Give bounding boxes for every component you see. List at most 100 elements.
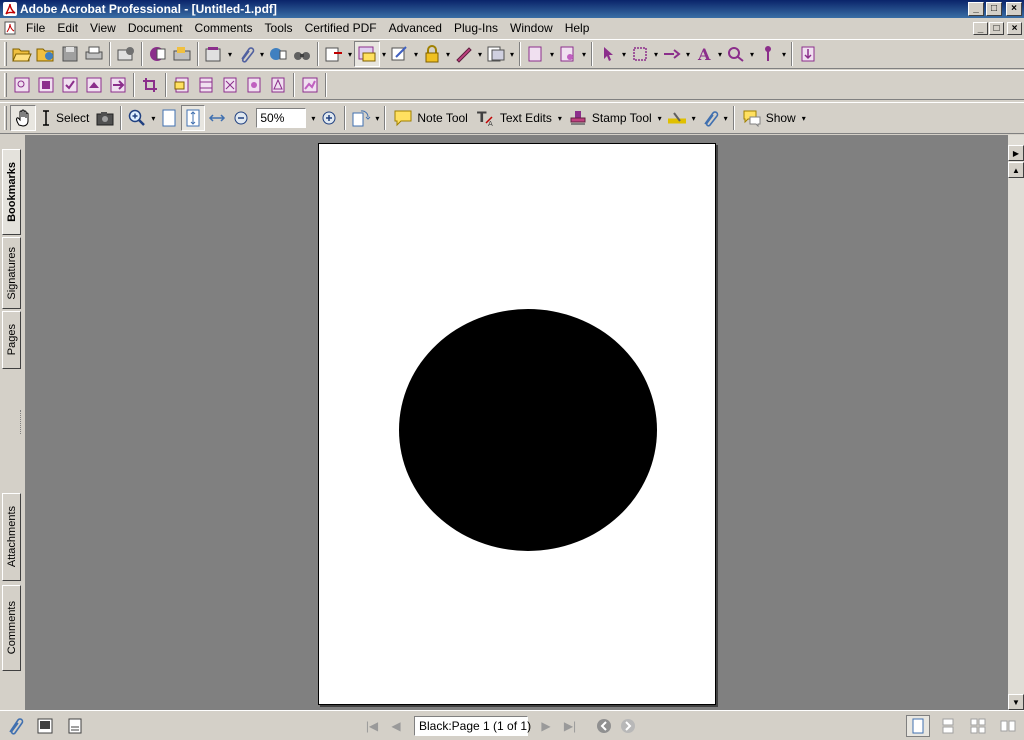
typewriter-dropdown-icon[interactable]: ▾ (716, 41, 724, 67)
zoom-dropdown-icon[interactable]: ▾ (149, 105, 157, 131)
close-button[interactable]: × (1006, 2, 1022, 16)
transparency-icon[interactable] (106, 72, 130, 98)
crop-dropdown-icon[interactable]: ▾ (580, 41, 588, 67)
tab-signatures[interactable]: Signatures (2, 237, 21, 309)
menu-advanced[interactable]: Advanced (383, 19, 448, 37)
check-icon[interactable] (58, 72, 82, 98)
open-icon[interactable] (10, 41, 34, 67)
show-button[interactable]: Show (738, 105, 800, 131)
menu-plug-ins[interactable]: Plug-Ins (448, 19, 504, 37)
highlighter-icon[interactable] (664, 105, 690, 131)
zoom-in-icon[interactable] (125, 105, 149, 131)
menu-view[interactable]: View (84, 19, 122, 37)
menu-tools[interactable]: Tools (259, 19, 299, 37)
preflight-icon[interactable] (10, 72, 34, 98)
advanced-editing-dropdown-icon[interactable]: ▾ (476, 41, 484, 67)
review-icon[interactable] (266, 41, 290, 67)
doc-restore-button[interactable]: □ (989, 21, 1004, 35)
acrobat-logo-icon[interactable] (3, 2, 17, 16)
email-icon[interactable] (114, 41, 138, 67)
advanced-editing-icon[interactable] (452, 41, 476, 67)
first-page-icon[interactable]: |◀ (360, 715, 384, 737)
next-view-icon[interactable] (616, 715, 640, 737)
attach-icon[interactable] (234, 41, 258, 67)
page-size-icon[interactable] (34, 715, 56, 737)
continuous-facing-layout-icon[interactable] (996, 715, 1020, 737)
tab-attachments[interactable]: Attachments (2, 493, 21, 581)
pdf-page[interactable] (318, 143, 716, 705)
paperclip-icon[interactable] (4, 715, 26, 737)
maximize-button[interactable]: □ (986, 2, 1002, 16)
document-info-icon[interactable] (64, 715, 86, 737)
measure-dropdown-icon[interactable]: ▾ (684, 41, 692, 67)
menu-comments[interactable]: Comments (189, 19, 259, 37)
previous-page-icon[interactable]: ◀ (384, 715, 408, 737)
convert-colors-icon[interactable] (218, 72, 242, 98)
page-number-field[interactable]: Black:Page 1 (1 of 1) (414, 715, 531, 736)
actual-size-icon[interactable] (157, 105, 181, 131)
fit-width-icon[interactable] (205, 105, 229, 131)
create-pdf-from-file-icon[interactable] (34, 41, 58, 67)
rotate-view-icon[interactable] (349, 105, 373, 131)
properties-icon[interactable] (796, 41, 820, 67)
facing-layout-icon[interactable] (966, 715, 990, 737)
text-edits-button[interactable]: TA Text Edits (472, 105, 556, 131)
text-edits-dropdown-icon[interactable]: ▾ (556, 105, 564, 131)
output-preview-icon[interactable] (34, 72, 58, 98)
separations-icon[interactable] (82, 72, 106, 98)
fix-hairlines-icon[interactable] (194, 72, 218, 98)
hand-tool-icon[interactable] (10, 105, 36, 131)
menu-edit[interactable]: Edit (51, 19, 84, 37)
minimize-button[interactable]: _ (968, 2, 984, 16)
menu-window[interactable]: Window (504, 19, 559, 37)
highlighter-dropdown-icon[interactable]: ▾ (690, 105, 698, 131)
organizer-icon[interactable] (202, 41, 226, 67)
organizer-dropdown-icon[interactable]: ▾ (226, 41, 234, 67)
forms-icon[interactable] (484, 41, 508, 67)
vertical-scrollbar[interactable]: ▶ ▲ ▼ (1008, 135, 1024, 710)
select-object-dropdown-icon[interactable]: ▾ (620, 41, 628, 67)
trap-presets-icon[interactable] (170, 72, 194, 98)
tab-comments[interactable]: Comments (2, 585, 21, 671)
zoom-plus-icon[interactable] (317, 105, 341, 131)
single-page-layout-icon[interactable] (906, 714, 930, 737)
toolbar-grip[interactable] (4, 42, 7, 66)
forms-dropdown-icon[interactable]: ▾ (508, 41, 516, 67)
export-dropdown-icon[interactable]: ▾ (346, 41, 354, 67)
sign-icon[interactable] (388, 41, 412, 67)
save-icon[interactable] (58, 41, 82, 67)
attach-dropdown-icon[interactable]: ▾ (258, 41, 266, 67)
touchup-tool-icon[interactable] (724, 41, 748, 67)
scroll-down-icon[interactable]: ▼ (1008, 694, 1024, 710)
add-printer-marks-icon[interactable] (266, 72, 290, 98)
sign-dropdown-icon[interactable]: ▾ (412, 41, 420, 67)
toolbar-grip[interactable] (4, 106, 7, 130)
zoom-out-icon[interactable] (229, 105, 253, 131)
tab-pages[interactable]: Pages (2, 311, 21, 369)
select-tool-button[interactable]: Select (36, 105, 93, 131)
menu-certified-pdf[interactable]: Certified PDF (299, 19, 383, 37)
show-dropdown-icon[interactable]: ▾ (800, 105, 808, 131)
zoom-level-dropdown-icon[interactable]: ▾ (309, 105, 317, 131)
select-object-icon[interactable] (596, 41, 620, 67)
ink-manager-icon[interactable] (242, 72, 266, 98)
print-icon[interactable] (82, 41, 106, 67)
snapshot-icon[interactable] (93, 105, 117, 131)
export-icon[interactable] (322, 41, 346, 67)
tab-bookmarks[interactable]: Bookmarks (2, 149, 21, 235)
toolbar-grip[interactable] (4, 73, 7, 97)
fit-page-icon[interactable] (181, 105, 206, 131)
search-icon[interactable] (290, 41, 314, 67)
pane-splitter[interactable] (20, 410, 24, 434)
scroll-up-icon[interactable]: ▲ (1008, 162, 1024, 178)
menu-document[interactable]: Document (122, 19, 189, 37)
web-capture-icon[interactable] (170, 41, 194, 67)
attach-file-dropdown-icon[interactable]: ▾ (722, 105, 730, 131)
document-pane[interactable] (26, 135, 1008, 710)
typewriter-icon[interactable]: A (692, 41, 716, 67)
article-dropdown-icon[interactable]: ▾ (548, 41, 556, 67)
doc-minimize-button[interactable]: _ (973, 21, 988, 35)
flattener-preview-icon[interactable] (298, 72, 322, 98)
document-menu-icon[interactable] (2, 20, 18, 36)
split-arrow-icon[interactable]: ▶ (1008, 145, 1024, 161)
